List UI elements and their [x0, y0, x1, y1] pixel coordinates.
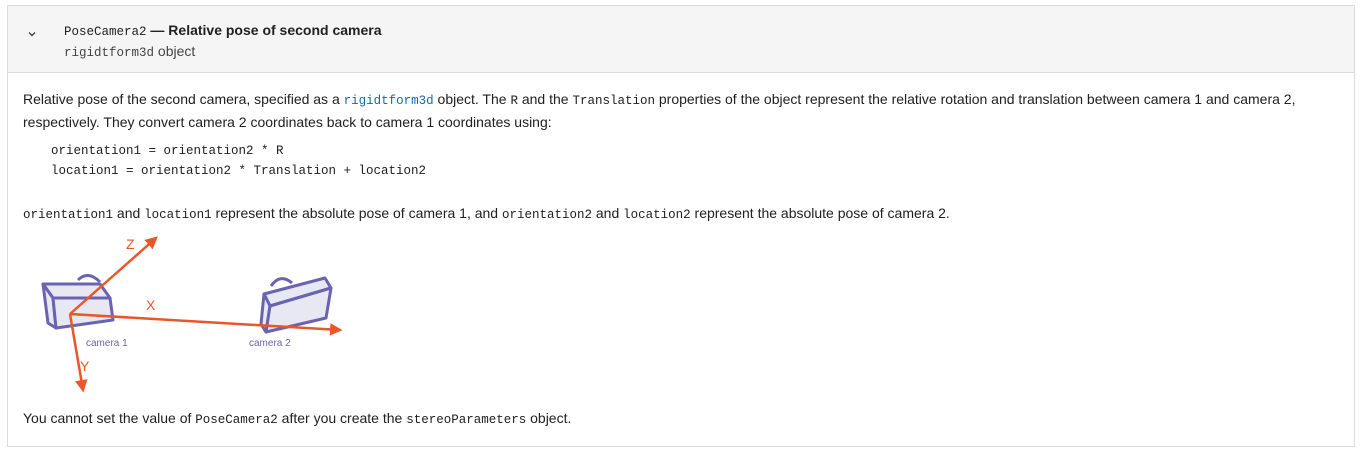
description-paragraph-3: You cannot set the value of PoseCamera2 … — [23, 408, 571, 431]
description-paragraph-2: orientation1 and location1 represent the… — [23, 203, 950, 226]
code-location1: location1 — [144, 208, 212, 222]
text-run: and — [591, 205, 624, 221]
code-translation: Translation — [572, 94, 655, 108]
code-block: orientation1 = orientation2 * R location1… — [51, 141, 426, 181]
text-run: represent the absolute pose of camera 1,… — [211, 205, 502, 221]
text-run: and — [113, 205, 145, 221]
code-line: orientation1 = orientation2 * R — [51, 144, 284, 158]
code-posecamera2: PoseCamera2 — [195, 413, 278, 427]
property-panel: PoseCamera2 — Relative pose of second ca… — [7, 5, 1355, 447]
property-name: PoseCamera2 — [64, 25, 147, 39]
description-paragraph-1: Relative pose of the second camera, spec… — [23, 89, 1341, 133]
property-type-code: rigidtform3d — [64, 46, 155, 60]
text-run: Relative pose of the second camera, spec… — [23, 91, 344, 107]
camera-2-label: camera 2 — [249, 338, 291, 349]
rigidtform3d-link[interactable]: rigidtform3d — [344, 94, 434, 108]
axis-label-x: X — [146, 297, 156, 313]
axis-label-y: Y — [80, 358, 90, 374]
code-stereoparameters: stereoParameters — [406, 413, 527, 427]
text-run: represent the absolute pose of camera 2. — [690, 205, 950, 221]
axis-label-z: Z — [126, 236, 135, 252]
code-orientation1: orientation1 — [23, 208, 114, 222]
code-line: location1 = orientation2 * Translation +… — [51, 164, 427, 178]
camera-1-label: camera 1 — [86, 338, 128, 349]
camera-pose-diagram: Z X Y camera 1 camera 2 — [41, 236, 343, 393]
code-location2: location2 — [623, 208, 691, 222]
code-r: R — [510, 94, 518, 108]
text-run: after you create the — [277, 410, 407, 426]
property-title-text: — Relative pose of second camera — [146, 22, 382, 38]
property-type: rigidtform3d object — [64, 43, 195, 60]
code-orientation2: orientation2 — [501, 208, 592, 222]
property-type-suffix: object — [154, 43, 196, 59]
text-run: object. The — [433, 91, 511, 107]
camera-1-icon — [41, 274, 115, 330]
text-run: object. — [526, 410, 572, 426]
property-header[interactable]: PoseCamera2 — Relative pose of second ca… — [8, 6, 1354, 73]
property-title: PoseCamera2 — Relative pose of second ca… — [64, 22, 382, 39]
text-run: You cannot set the value of — [23, 410, 196, 426]
text-run: and the — [517, 91, 573, 107]
chevron-down-icon[interactable] — [26, 28, 38, 40]
camera-2-icon — [259, 276, 333, 334]
